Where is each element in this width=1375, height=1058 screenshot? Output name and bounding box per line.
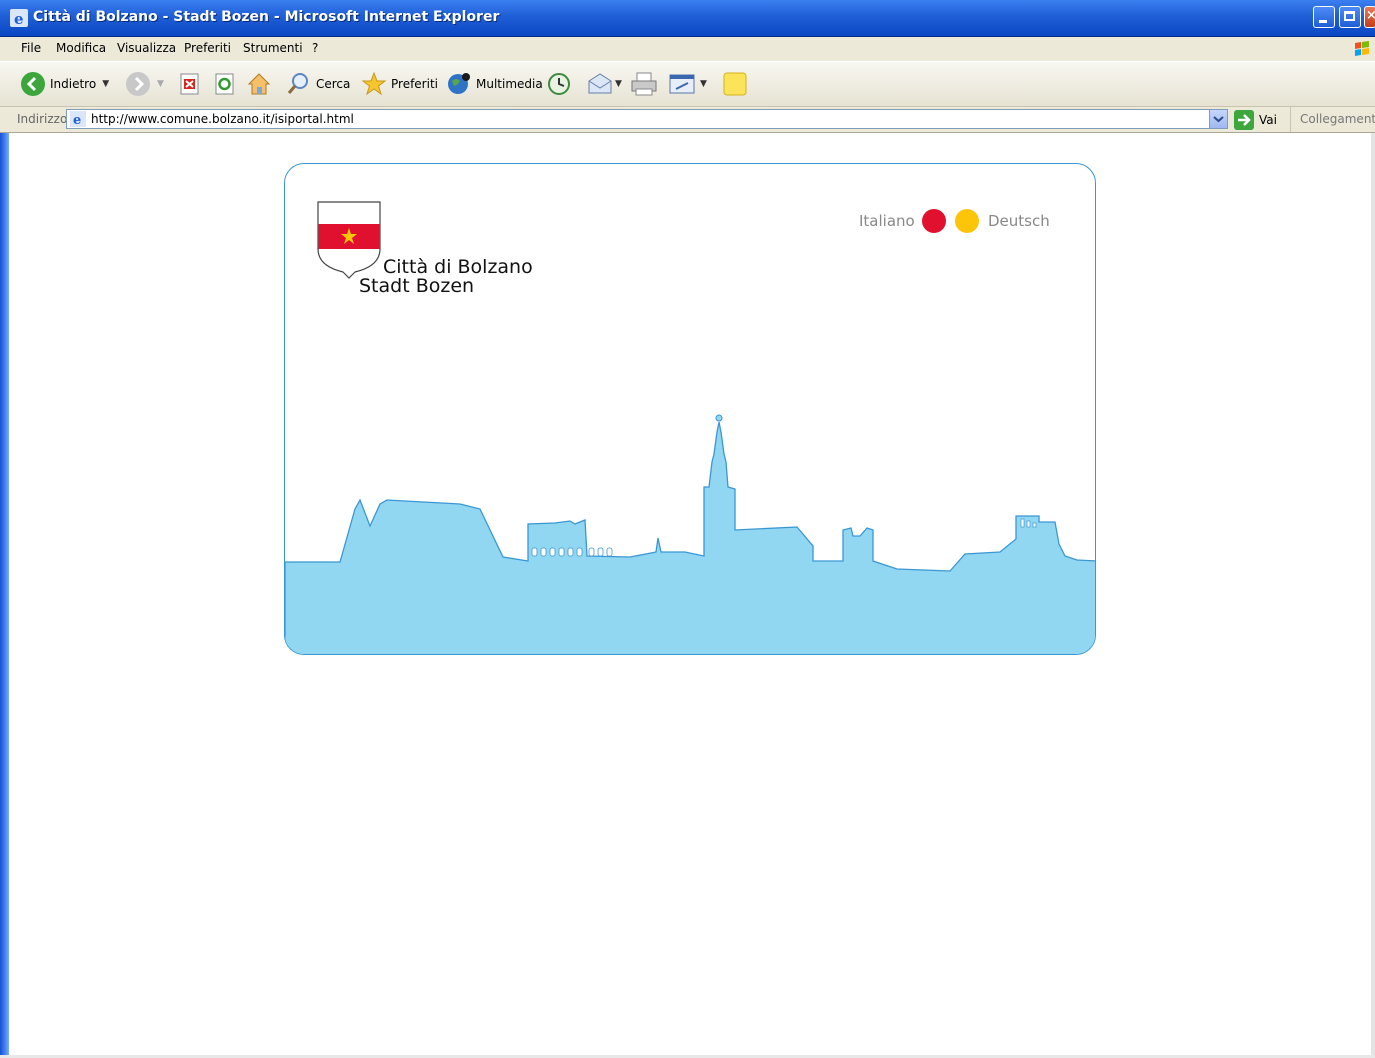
forward-button[interactable]: ▼ bbox=[125, 70, 164, 98]
menu-preferiti[interactable]: Preferiti bbox=[184, 41, 231, 55]
edit-button[interactable]: ▼ bbox=[668, 70, 707, 98]
address-label: Indirizzo bbox=[17, 112, 68, 126]
links-label: Collegamenti bbox=[1300, 112, 1375, 126]
maximize-icon bbox=[1344, 11, 1355, 21]
go-button[interactable]: Vai bbox=[1234, 110, 1277, 130]
history-clock-icon bbox=[548, 73, 570, 95]
back-label: Indietro bbox=[50, 77, 97, 91]
svg-text:e: e bbox=[73, 113, 81, 127]
links-toolbar[interactable]: Collegamenti bbox=[1290, 107, 1375, 132]
note-icon bbox=[723, 72, 747, 96]
spire-ball bbox=[715, 414, 723, 422]
skyline-shape bbox=[285, 421, 1095, 654]
favorites-button[interactable]: Preferiti bbox=[361, 70, 438, 98]
media-label: Multimedia bbox=[476, 77, 543, 91]
mail-dropdown-icon[interactable]: ▼ bbox=[615, 79, 622, 89]
chevron-down-icon bbox=[1213, 116, 1224, 123]
edit-dropdown-icon[interactable]: ▼ bbox=[700, 79, 707, 89]
menu-help[interactable]: ? bbox=[312, 41, 318, 55]
messenger-button[interactable] bbox=[722, 70, 748, 98]
city-name-german: Stadt Bozen bbox=[359, 275, 475, 297]
menu-file[interactable]: File bbox=[21, 41, 41, 55]
history-button[interactable] bbox=[546, 70, 572, 98]
address-input[interactable]: e http://www.comune.bolzano.it/isiportal… bbox=[66, 109, 1228, 129]
deutsch-dot-button[interactable] bbox=[955, 209, 979, 233]
minimize-icon bbox=[1319, 20, 1327, 23]
search-icon bbox=[287, 73, 308, 94]
bolzano-skyline bbox=[285, 201, 1095, 654]
mail-icon bbox=[588, 73, 612, 94]
vertical-scrollbar[interactable] bbox=[1371, 133, 1375, 1058]
globe-media-icon bbox=[448, 73, 470, 94]
windows-logo-icon bbox=[1355, 41, 1369, 56]
go-label: Vai bbox=[1259, 113, 1277, 127]
maximize-button[interactable] bbox=[1339, 6, 1361, 28]
go-arrow-icon bbox=[1234, 110, 1254, 130]
svg-text:e: e bbox=[14, 10, 24, 27]
printer-icon bbox=[631, 72, 657, 96]
window-left-border bbox=[0, 133, 9, 1058]
address-bar: Indirizzo e http://www.comune.bolzano.it… bbox=[0, 107, 1375, 133]
refresh-button[interactable] bbox=[213, 70, 237, 98]
mail-button[interactable]: ▼ bbox=[587, 70, 622, 98]
window-title: Città di Bolzano - Stadt Bozen - Microso… bbox=[33, 9, 500, 25]
language-link-italiano[interactable]: Italiano bbox=[859, 212, 915, 230]
favorites-label: Preferiti bbox=[391, 77, 438, 91]
menu-strumenti[interactable]: Strumenti bbox=[243, 41, 303, 55]
search-button[interactable]: Cerca bbox=[286, 70, 350, 98]
search-label: Cerca bbox=[316, 77, 351, 91]
close-button[interactable]: × bbox=[1364, 6, 1375, 28]
splash-card: Città di Bolzano Stadt Bozen Italiano De… bbox=[284, 163, 1096, 655]
language-link-deutsch[interactable]: Deutsch bbox=[988, 212, 1050, 230]
bolzano-coat-of-arms bbox=[317, 201, 381, 279]
back-dropdown-icon[interactable]: ▼ bbox=[102, 79, 109, 89]
close-icon: × bbox=[1366, 8, 1375, 23]
page-ie-icon: e bbox=[70, 111, 86, 127]
menu-modifica[interactable]: Modifica bbox=[56, 41, 106, 55]
refresh-icon bbox=[215, 73, 234, 95]
forward-arrow-icon bbox=[126, 72, 150, 96]
back-arrow-icon bbox=[21, 72, 45, 96]
menu-visualizza[interactable]: Visualizza bbox=[117, 41, 176, 55]
media-button[interactable]: Multimedia bbox=[446, 70, 543, 98]
back-button[interactable]: Indietro ▼ bbox=[20, 70, 109, 98]
stop-icon bbox=[180, 73, 199, 95]
address-dropdown-button[interactable] bbox=[1209, 110, 1227, 128]
menu-bar: File Modifica Visualizza Preferiti Strum… bbox=[0, 37, 1375, 62]
address-url: http://www.comune.bolzano.it/isiportal.h… bbox=[91, 112, 354, 126]
ie-icon: e bbox=[10, 9, 28, 27]
arcade-windows bbox=[531, 547, 613, 557]
home-icon bbox=[247, 73, 271, 95]
home-button[interactable] bbox=[246, 70, 272, 98]
stop-button[interactable] bbox=[178, 70, 202, 98]
toolbar: Indietro ▼ ▼ Cerca Preferiti Multimedia … bbox=[0, 62, 1375, 107]
minimize-button[interactable] bbox=[1313, 6, 1335, 28]
forward-dropdown-icon[interactable]: ▼ bbox=[157, 79, 164, 89]
title-bar[interactable]: e Città di Bolzano - Stadt Bozen - Micro… bbox=[0, 0, 1375, 37]
edit-page-icon bbox=[669, 74, 695, 94]
italiano-dot-button[interactable] bbox=[922, 209, 946, 233]
print-button[interactable] bbox=[630, 70, 658, 98]
star-icon bbox=[361, 71, 387, 96]
